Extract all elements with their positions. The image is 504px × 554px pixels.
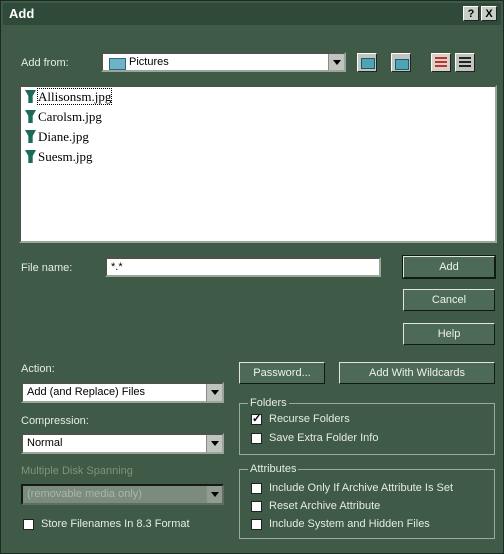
list-item[interactable]: Suesm.jpg	[25, 149, 93, 165]
file-list[interactable]: Allisonsm.jpg Carolsm.jpg Diane.jpg Sues…	[19, 85, 497, 243]
action-label: Action:	[21, 363, 55, 375]
add-button[interactable]: Add	[402, 255, 496, 279]
multiple-disk-label: Multiple Disk Spanning	[21, 465, 133, 477]
save-extra-folder-info-checkbox[interactable]	[251, 433, 262, 444]
add-from-label: Add from:	[21, 57, 69, 69]
image-file-icon	[25, 110, 36, 123]
image-file-icon	[25, 150, 36, 163]
multiple-disk-dropdown: (removable media only)	[21, 484, 224, 505]
password-button[interactable]: Password...	[239, 362, 325, 384]
folders-group-title: Folders	[248, 397, 289, 409]
window-title: Add	[9, 6, 35, 21]
chevron-down-icon[interactable]	[328, 54, 344, 70]
folder-icon	[109, 58, 126, 70]
list-view-button[interactable]	[431, 53, 451, 72]
up-folder-icon	[361, 58, 375, 69]
details-view-icon	[459, 57, 471, 68]
list-view-icon	[435, 57, 447, 68]
system-hidden-checkbox[interactable]	[251, 519, 262, 530]
add-with-wildcards-button[interactable]: Add With Wildcards	[339, 362, 495, 384]
list-item[interactable]: Carolsm.jpg	[25, 109, 102, 125]
file-name-input[interactable]: *.*	[105, 257, 381, 277]
cancel-button[interactable]: Cancel	[403, 289, 495, 311]
compression-label: Compression:	[21, 415, 89, 427]
only-archive-label: Include Only If Archive Attribute Is Set	[269, 482, 454, 494]
chevron-down-icon[interactable]	[206, 435, 222, 452]
up-one-level-button[interactable]	[357, 53, 377, 72]
attributes-group-title: Attributes	[248, 463, 299, 475]
list-item[interactable]: Allisonsm.jpg	[25, 88, 113, 105]
add-from-dropdown[interactable]: Pictures	[101, 52, 346, 72]
recurse-folders-label: Recurse Folders	[269, 413, 350, 425]
store-filenames-checkbox[interactable]	[23, 519, 34, 530]
details-view-button[interactable]	[455, 53, 475, 72]
chevron-down-icon[interactable]	[206, 384, 222, 401]
file-name-value: *.*	[111, 261, 123, 273]
compression-value: Normal	[27, 437, 63, 449]
reset-archive-label: Reset Archive Attribute	[269, 500, 381, 512]
recurse-folders-checkbox[interactable]	[251, 412, 262, 425]
only-archive-checkbox[interactable]	[251, 483, 262, 494]
close-button[interactable]: X	[481, 6, 497, 21]
help-title-button[interactable]: ?	[463, 6, 479, 21]
system-hidden-label: Include System and Hidden Files	[269, 518, 430, 530]
file-name-label: File name:	[21, 262, 73, 274]
add-from-value: Pictures	[129, 56, 169, 68]
folders-group: Folders	[239, 397, 495, 455]
image-file-icon	[25, 130, 36, 143]
action-value: Add (and Replace) Files	[27, 386, 146, 398]
add-dialog: Add ? X Add from: Pictures Allisonsm.jpg…	[0, 0, 504, 554]
reset-archive-checkbox[interactable]	[251, 501, 262, 512]
help-button[interactable]: Help	[403, 323, 495, 345]
title-bar[interactable]: Add ? X	[3, 3, 501, 25]
image-file-icon	[25, 90, 36, 103]
multiple-disk-value: (removable media only)	[27, 488, 142, 500]
compression-dropdown[interactable]: Normal	[21, 433, 224, 454]
chevron-down-icon	[206, 486, 222, 503]
new-folder-icon	[395, 59, 409, 70]
list-item[interactable]: Diane.jpg	[25, 129, 89, 145]
store-filenames-label: Store Filenames In 8.3 Format	[41, 518, 190, 530]
action-dropdown[interactable]: Add (and Replace) Files	[21, 382, 224, 403]
create-new-folder-button[interactable]	[391, 53, 411, 72]
save-extra-folder-info-label: Save Extra Folder Info	[269, 432, 379, 444]
